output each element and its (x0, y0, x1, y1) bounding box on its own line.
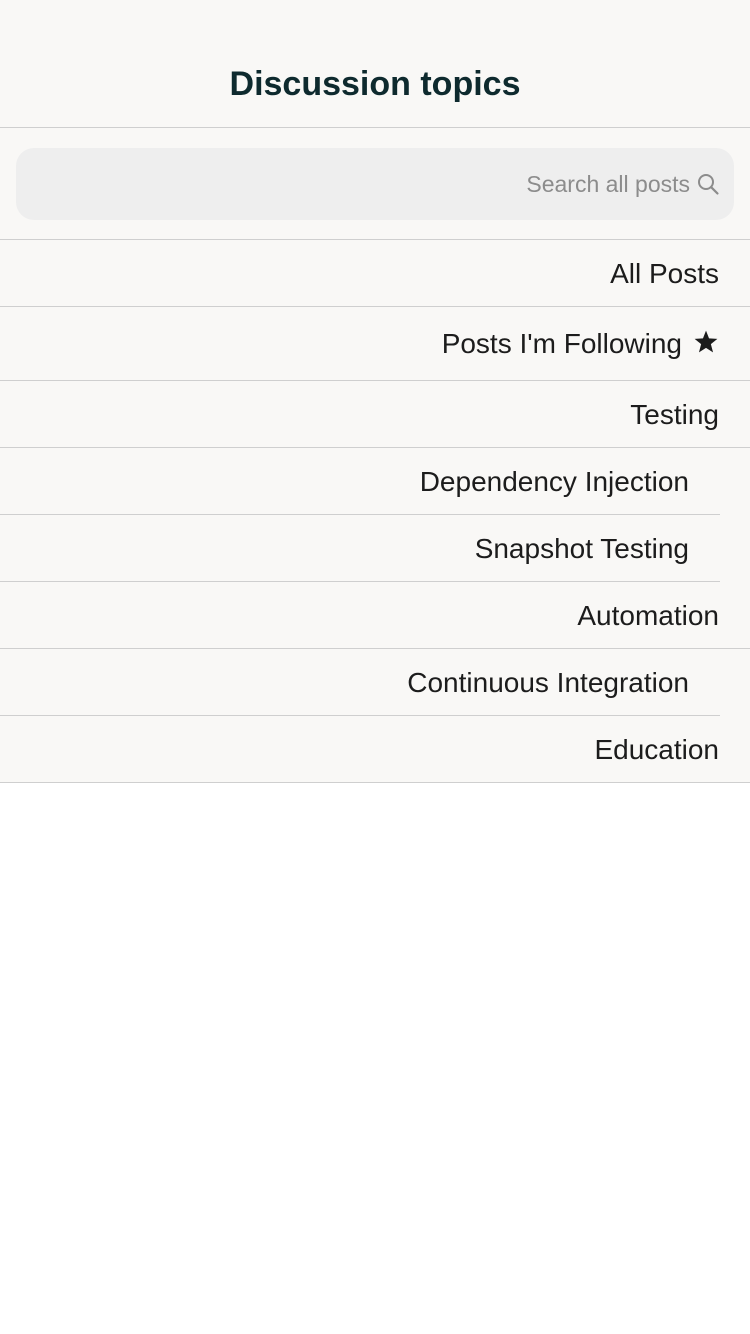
topic-list: All Posts Posts I'm Following Testing De… (0, 240, 750, 783)
search-bar-container (0, 128, 750, 240)
page-title: Discussion topics (229, 65, 521, 103)
search-icon[interactable] (696, 172, 720, 196)
topic-item-continuous-integration[interactable]: Continuous Integration (0, 649, 750, 716)
topic-label: Snapshot Testing (474, 532, 689, 564)
topic-label: All Posts (610, 257, 719, 289)
topic-label: Automation (577, 599, 719, 631)
topic-label: Continuous Integration (407, 666, 689, 698)
topic-label: Posts I'm Following (441, 328, 682, 359)
topic-label: Dependency Injection (419, 465, 689, 497)
navigation-header: Discussion topics (0, 0, 750, 128)
topic-item-posts-following[interactable]: Posts I'm Following (0, 307, 750, 381)
star-icon (694, 330, 718, 353)
search-input[interactable] (36, 148, 690, 220)
topic-item-testing[interactable]: Testing (0, 381, 750, 448)
search-box[interactable] (16, 148, 734, 220)
topic-item-snapshot-testing[interactable]: Snapshot Testing (0, 515, 750, 582)
topic-label: Education (594, 733, 719, 765)
topic-item-all-posts[interactable]: All Posts (0, 240, 750, 307)
topic-item-automation[interactable]: Automation (0, 582, 750, 649)
topic-item-education[interactable]: Education (0, 716, 750, 783)
topic-item-dependency-injection[interactable]: Dependency Injection (0, 448, 750, 515)
topic-label: Testing (630, 398, 719, 430)
row-divider (0, 782, 750, 783)
